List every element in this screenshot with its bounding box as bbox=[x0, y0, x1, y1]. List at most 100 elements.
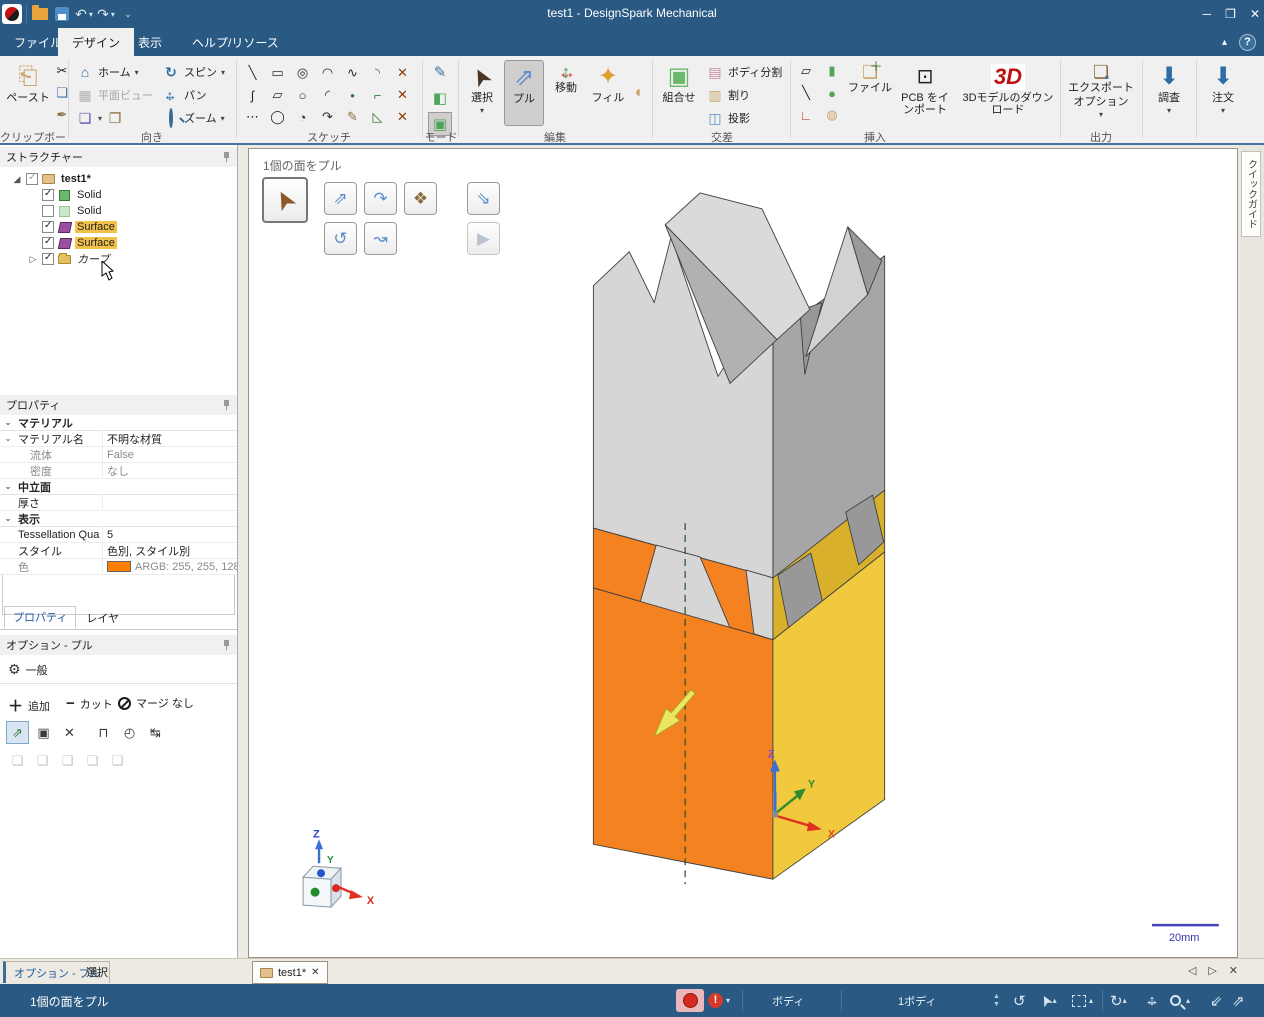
insert-plane-button[interactable]: ▱ bbox=[796, 61, 816, 81]
tree-item-root[interactable]: ◢ test1* bbox=[12, 171, 93, 187]
pull-button[interactable]: ⇗ プル bbox=[504, 60, 544, 126]
project-button[interactable]: ◫ 投影 bbox=[706, 107, 750, 129]
prev-tab-icon[interactable]: ◁ bbox=[1188, 964, 1196, 977]
sketch-tool-icon[interactable]: ✕ bbox=[390, 62, 415, 84]
sketch-tool-icon[interactable]: ↷ bbox=[315, 106, 340, 128]
tab-selection[interactable]: 選択 bbox=[78, 961, 116, 983]
select-tool-button[interactable]: ➤ bbox=[262, 177, 308, 223]
pin-icon[interactable] bbox=[222, 151, 231, 163]
sketch-tool-icon[interactable]: ✕ bbox=[390, 106, 415, 128]
document-tab[interactable]: test1* ✕ bbox=[252, 961, 328, 984]
measure-tool[interactable]: ⊓ bbox=[92, 721, 115, 744]
angle-tool[interactable]: ◴ bbox=[118, 721, 141, 744]
model-canvas[interactable]: Z Y X Z Y X 20mm bbox=[249, 149, 1237, 957]
box-select-button[interactable]: ▴ bbox=[1072, 984, 1093, 1017]
download-3d-button[interactable]: 3D 3Dモデルのダウンロード bbox=[958, 60, 1058, 126]
sketch-tool-icon[interactable]: ✎ bbox=[340, 106, 365, 128]
sketch-tool-icon[interactable]: ◯ bbox=[265, 106, 290, 128]
sketch-tool-icon[interactable]: • bbox=[340, 84, 365, 106]
maximize-button[interactable]: ❐ bbox=[1225, 7, 1236, 21]
spin-button[interactable]: ↻ スピン ▾ bbox=[162, 61, 225, 83]
checkbox[interactable] bbox=[26, 172, 38, 185]
pan-button[interactable]: ↔ ↕ パン bbox=[162, 84, 207, 106]
sketch-tool-icon[interactable]: ◎ bbox=[290, 62, 315, 84]
preset-sweep-tool[interactable]: ❏ bbox=[106, 749, 129, 772]
expander-icon[interactable]: ◢ bbox=[12, 174, 22, 185]
pull-preview-tool[interactable]: ▶ bbox=[467, 222, 500, 255]
preset-round-tool[interactable]: ❏ bbox=[31, 749, 54, 772]
record-button[interactable] bbox=[676, 989, 704, 1012]
select-mode-button[interactable]: ➤ ▴ bbox=[1036, 984, 1057, 1017]
help-icon[interactable]: ? bbox=[1239, 33, 1256, 51]
property-row-color[interactable]: 色 ARGB: 255, 255, 128 bbox=[0, 558, 237, 575]
quick-guide-tab[interactable]: クイックガイド bbox=[1241, 151, 1261, 237]
sketch-tool-icon[interactable]: ◔ bbox=[290, 106, 315, 128]
sketch-tool-icon[interactable]: ◠ bbox=[315, 62, 340, 84]
pull-add-option[interactable]: ＋ 追加 bbox=[8, 695, 50, 716]
selection-type-label[interactable]: ボディ bbox=[772, 984, 804, 1017]
collapse-ribbon-icon[interactable]: ▴ bbox=[1222, 37, 1227, 48]
property-row[interactable]: 厚さ bbox=[0, 494, 237, 511]
property-row[interactable]: 密度 なし bbox=[0, 462, 237, 479]
sketch-tool-icon[interactable]: ○ bbox=[290, 84, 315, 106]
checkbox[interactable] bbox=[42, 252, 54, 265]
pcb-import-button[interactable]: ⊡ PCB をインポート bbox=[896, 60, 954, 126]
undo-select-button[interactable]: ↺ bbox=[1013, 984, 1026, 1017]
selection-count-label[interactable]: 1ボディ bbox=[898, 984, 936, 1017]
cut-button[interactable]: ✂ bbox=[52, 61, 72, 81]
options-general-row[interactable]: ⚙ 一般 bbox=[8, 661, 48, 678]
sketch-tool-icon[interactable]: ▱ bbox=[265, 84, 290, 106]
pull-direction-tool[interactable]: ⇗ bbox=[6, 721, 29, 744]
sketch-tool-icon[interactable]: ⋯ bbox=[240, 106, 265, 128]
preset-extrude-tool[interactable]: ❏ bbox=[56, 749, 79, 772]
sketch-tool-icon[interactable]: ʃ bbox=[240, 84, 265, 106]
pull-straight-tool[interactable]: ⇗ bbox=[324, 182, 357, 215]
paste-button[interactable]: ⎗ ペースト bbox=[6, 60, 50, 126]
property-row[interactable]: ⌄ マテリアル名 不明な材質 bbox=[0, 430, 237, 447]
blend-button[interactable]: ◖ bbox=[628, 83, 648, 103]
zoom-button[interactable]: ズーム ▾ bbox=[162, 107, 225, 129]
pin-icon[interactable] bbox=[222, 399, 231, 411]
close-icon[interactable]: ✕ bbox=[311, 967, 319, 978]
select-button[interactable]: ➤ 選択 ▾ bbox=[462, 60, 502, 126]
order-button[interactable]: ⬇ 注文 ▾ bbox=[1200, 60, 1246, 126]
sketch-tool-icon[interactable]: ⌐ bbox=[365, 84, 390, 106]
pull-scale-tool[interactable]: ❖ bbox=[404, 182, 437, 215]
tree-item-surface[interactable]: Surface bbox=[42, 219, 117, 235]
sketch-mode-button[interactable]: ✎ bbox=[428, 60, 452, 84]
tree-item-solid-hidden[interactable]: Solid bbox=[42, 203, 103, 219]
sketch-tool-icon[interactable]: ◝ bbox=[365, 62, 390, 84]
tree-item-surface[interactable]: Surface bbox=[42, 235, 117, 251]
pull-sweep-tool[interactable]: ↝ bbox=[364, 222, 397, 255]
spin-view-button[interactable]: ↻ ▴ bbox=[1110, 984, 1127, 1017]
split-button[interactable]: ▥ 割り bbox=[706, 84, 750, 106]
sketch-tool-icon[interactable]: ◺ bbox=[365, 106, 390, 128]
sketch-tool-icon[interactable]: ✕ bbox=[390, 84, 415, 106]
tab-help[interactable]: ヘルプ/リソース bbox=[178, 28, 293, 56]
tree-item-solid[interactable]: Solid bbox=[42, 187, 103, 203]
zoom-out-button[interactable]: ⇙ bbox=[1210, 984, 1223, 1017]
section-mode-button[interactable]: ◧ bbox=[428, 86, 452, 110]
checkbox[interactable] bbox=[42, 220, 54, 233]
ruler-dimension-tool[interactable]: ↹ bbox=[144, 721, 167, 744]
sketch-tool-icon[interactable]: ∿ bbox=[340, 62, 365, 84]
export-options-button[interactable]: ❏ ▪ エクスポート オプション ▾ bbox=[1064, 60, 1138, 126]
close-tab-icon[interactable]: ✕ bbox=[1229, 964, 1238, 977]
pull-cut-option[interactable]: − カット bbox=[66, 695, 113, 712]
property-section-display[interactable]: ⌄ 表示 bbox=[0, 511, 237, 527]
measure-button[interactable]: ⬇ 調査 ▾ bbox=[1146, 60, 1192, 126]
insert-axis-button[interactable]: ∟ bbox=[796, 105, 816, 125]
tab-design[interactable]: デザイン bbox=[58, 28, 135, 56]
pin-icon[interactable] bbox=[222, 639, 231, 651]
preset-chamfer-tool[interactable]: ❏ bbox=[6, 749, 29, 772]
preset-revolve-tool[interactable]: ❏ bbox=[81, 749, 104, 772]
property-section-midsurface[interactable]: ⌄ 中立面 bbox=[0, 479, 237, 495]
checkbox[interactable] bbox=[42, 188, 54, 201]
copy-button[interactable]: ❏ bbox=[52, 83, 72, 103]
next-tab-icon[interactable]: ▷ bbox=[1208, 964, 1216, 977]
pull-both-sides-tool[interactable]: ▣ bbox=[32, 721, 55, 744]
spin-up-icon[interactable]: ▲ bbox=[993, 993, 1000, 1000]
insert-cylinder-button[interactable]: ▮ bbox=[822, 61, 842, 81]
close-button[interactable]: ✕ bbox=[1250, 7, 1260, 21]
pull-revolve-tool[interactable]: ↺ bbox=[324, 222, 357, 255]
